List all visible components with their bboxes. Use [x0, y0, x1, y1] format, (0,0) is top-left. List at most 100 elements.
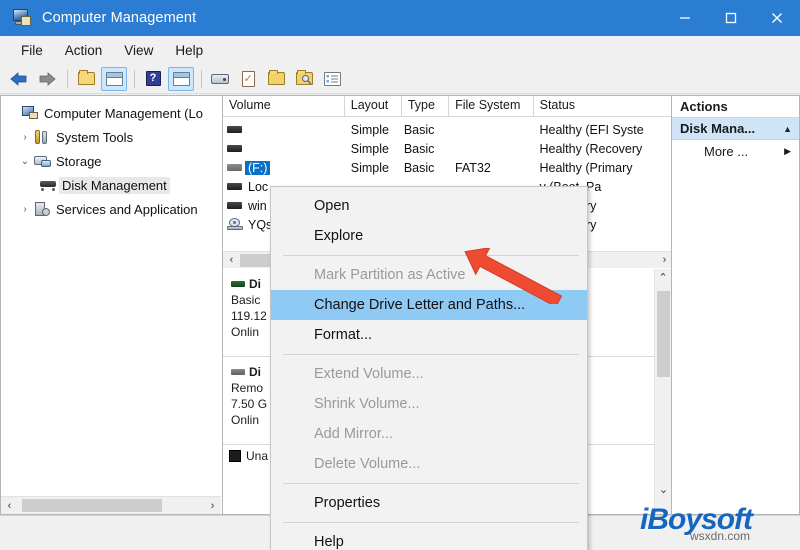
tree-item-disk-management[interactable]: Disk Management	[1, 173, 222, 197]
cd-drive-icon	[227, 218, 245, 231]
column-header-type[interactable]: Type	[402, 96, 450, 116]
back-arrow-icon[interactable]	[6, 67, 32, 91]
context-menu: Open Explore Mark Partition as Active Ch…	[270, 186, 588, 550]
cell-type: Basic	[403, 141, 435, 156]
toolbar-separator	[201, 69, 202, 88]
table-row-selected[interactable]: (F:) Simple Basic FAT32 Healthy (Primary	[223, 158, 671, 177]
cell-status: Healthy (Primary	[539, 160, 633, 175]
actions-group-disk-management[interactable]: Disk Mana... ▲	[672, 118, 799, 140]
toolbar-separator	[67, 69, 68, 88]
tree-item-services-and-applications[interactable]: › Services and Application	[1, 197, 222, 221]
cell-volume: (F:)	[245, 160, 271, 175]
show-hide-action-pane-icon[interactable]	[168, 66, 194, 91]
column-header-status[interactable]: Status	[534, 96, 671, 116]
context-menu-item-format[interactable]: Format...	[271, 320, 587, 350]
tree-item-label: Disk Management	[59, 176, 170, 194]
partition-icon-dark	[227, 145, 245, 152]
unallocated-swatch-icon	[229, 450, 241, 462]
rescan-disks-icon[interactable]	[207, 67, 233, 91]
menu-help[interactable]: Help	[164, 40, 214, 61]
list-view-icon[interactable]	[319, 67, 345, 91]
actions-item-label: More ...	[704, 143, 749, 159]
close-icon[interactable]	[754, 0, 800, 36]
context-menu-item-properties[interactable]: Properties	[271, 488, 587, 518]
context-menu-item-open[interactable]: Open	[271, 191, 587, 221]
actions-pane: Actions Disk Mana... ▲ More ... ▶	[672, 95, 800, 515]
system-tools-icon	[33, 129, 51, 145]
menu-view[interactable]: View	[113, 40, 164, 61]
collapse-arrow-icon[interactable]: ▲	[783, 124, 792, 134]
cell-layout: Simple	[350, 160, 389, 175]
scroll-left-arrow-icon[interactable]: ‹	[1, 497, 18, 514]
scroll-thumb[interactable]	[22, 499, 162, 512]
tree-hscrollbar[interactable]: ‹ ›	[1, 496, 221, 514]
context-menu-separator	[283, 354, 579, 355]
up-folder-icon[interactable]	[73, 67, 99, 91]
show-hide-console-tree-icon[interactable]	[101, 66, 127, 91]
tree-item-label: Services and Application	[56, 201, 198, 217]
disk-management-icon	[39, 180, 57, 191]
tree-root-label: Computer Management (Lo	[44, 105, 203, 121]
services-icon	[33, 201, 51, 217]
context-menu-item-explore[interactable]: Explore	[271, 221, 587, 251]
scroll-right-arrow-icon[interactable]: ›	[204, 497, 221, 514]
maximize-icon[interactable]	[708, 0, 754, 36]
tree-item-label: Storage	[56, 153, 102, 169]
properties-icon[interactable]	[235, 67, 261, 91]
search-folder-icon[interactable]	[291, 67, 317, 91]
tree-item-storage[interactable]: ⌄ Storage	[1, 149, 222, 173]
context-menu-item-mark-partition-as-active: Mark Partition as Active	[314, 267, 466, 283]
scroll-left-arrow-icon[interactable]: ‹	[223, 252, 240, 269]
actions-item-more[interactable]: More ... ▶	[672, 140, 799, 162]
console-tree: Computer Management (Lo › System Tools ⌄…	[1, 96, 222, 221]
partition-icon-gray	[231, 369, 245, 375]
column-header-file-system[interactable]: File System	[449, 96, 534, 116]
cell-type: Basic	[403, 160, 435, 175]
partition-icon-dark	[227, 126, 245, 133]
partition-icon-dark	[227, 202, 245, 209]
partition-icon-green	[231, 281, 245, 287]
tree-root-computer-management[interactable]: Computer Management (Lo	[1, 101, 222, 125]
help-icon[interactable]: ?	[140, 67, 166, 91]
chevron-down-icon[interactable]: ⌄	[17, 156, 33, 167]
context-menu-item-change-drive-letter-and-paths[interactable]: Change Drive Letter and Paths...	[271, 290, 587, 320]
minimize-icon[interactable]	[662, 0, 708, 36]
context-menu-item-extend-volume: Extend Volume...	[314, 366, 424, 382]
partition-icon-gray	[227, 164, 245, 171]
storage-icon	[33, 154, 51, 168]
table-row[interactable]: Simple Basic Healthy (Recovery	[223, 139, 671, 158]
computer-management-window: Computer Management File Action View Hel…	[0, 0, 800, 550]
context-menu-separator	[283, 255, 579, 256]
tree-item-system-tools[interactable]: › System Tools	[1, 125, 222, 149]
chevron-right-icon[interactable]: ›	[17, 204, 33, 215]
scroll-thumb[interactable]	[657, 291, 670, 377]
scroll-right-arrow-icon[interactable]: ›	[656, 252, 671, 269]
column-header-volume[interactable]: Volume	[223, 96, 345, 116]
window-title: Computer Management	[42, 10, 197, 26]
tree-item-label: System Tools	[56, 129, 134, 145]
context-menu-separator	[283, 483, 579, 484]
cell-volume: win	[248, 198, 267, 213]
graphical-view-vscrollbar[interactable]: ⌃ ⌄	[654, 269, 671, 514]
computer-management-icon	[21, 106, 39, 120]
chevron-right-icon[interactable]: ›	[17, 132, 33, 143]
menu-file[interactable]: File	[10, 40, 54, 61]
context-menu-item-help[interactable]: Help	[271, 527, 587, 550]
disk-name: Di	[249, 365, 261, 379]
table-row[interactable]: Simple Basic Healthy (EFI Syste	[223, 120, 671, 139]
forward-arrow-icon[interactable]	[34, 67, 60, 91]
scroll-up-arrow-icon[interactable]: ⌃	[655, 269, 671, 286]
actions-group-label: Disk Mana...	[680, 121, 756, 136]
context-menu-item-add-mirror: Add Mirror...	[314, 426, 393, 442]
menu-action[interactable]: Action	[54, 40, 114, 61]
export-list-icon[interactable]	[263, 67, 289, 91]
cell-volume: Loc	[248, 179, 269, 194]
scroll-track[interactable]	[162, 497, 204, 514]
console-tree-pane: Computer Management (Lo › System Tools ⌄…	[0, 95, 222, 515]
title-bar: Computer Management	[0, 0, 800, 36]
submenu-arrow-icon[interactable]: ▶	[784, 146, 791, 157]
column-header-layout[interactable]: Layout	[345, 96, 402, 116]
context-menu-separator	[283, 522, 579, 523]
scroll-down-arrow-icon[interactable]: ⌄	[655, 481, 671, 498]
cell-layout: Simple	[350, 122, 389, 137]
